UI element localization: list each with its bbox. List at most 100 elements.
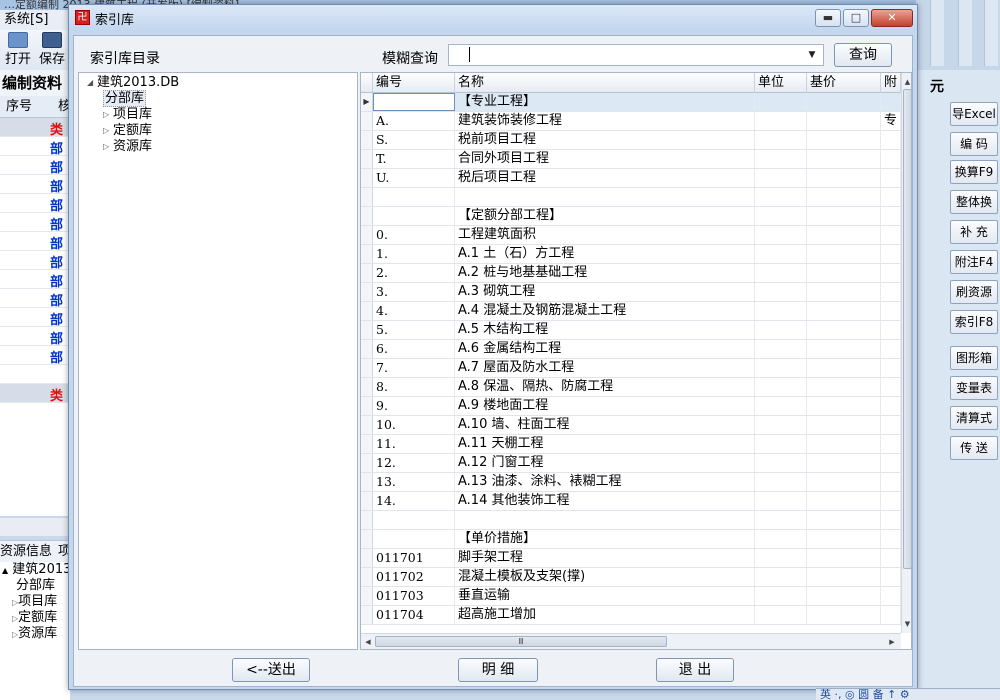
scroll-down-arrow-icon[interactable]: ▼ [902,617,911,631]
cell-extra[interactable] [881,150,901,168]
cell-unit[interactable] [755,112,807,130]
cell-name[interactable]: A.14 其他装饰工程 [455,492,755,510]
cell-price[interactable] [807,131,881,149]
cell-code[interactable]: 9. [373,397,455,415]
cell-unit[interactable] [755,264,807,282]
cell-extra[interactable] [881,473,901,491]
tool-button[interactable]: 传 送 [950,436,998,460]
cell-extra[interactable] [881,606,901,624]
cell-name[interactable] [455,188,755,206]
cell-unit[interactable] [755,606,807,624]
cell-extra[interactable] [881,340,901,358]
column-header-extra[interactable]: 附 [881,73,901,93]
main-grid-hscrollbar[interactable] [0,518,70,536]
tool-button[interactable]: 编 码 [950,132,998,156]
cell-extra[interactable] [881,226,901,244]
cell-code[interactable]: 14. [373,492,455,510]
row-indicator[interactable] [361,264,373,282]
tool-button[interactable]: 补 充 [950,220,998,244]
cell-unit[interactable] [755,207,807,225]
tool-button[interactable]: 换算F9 [950,160,998,184]
cell-unit[interactable] [755,511,807,529]
cell-code[interactable] [373,207,455,225]
row-indicator[interactable] [361,397,373,415]
cell-unit[interactable] [755,454,807,472]
cell-price[interactable] [807,378,881,396]
cell-price[interactable] [807,473,881,491]
tool-button[interactable]: 整体换 [950,190,998,214]
cell-unit[interactable] [755,169,807,187]
cell-price[interactable] [807,587,881,605]
exit-button[interactable]: 退 出 [656,658,734,682]
row-indicator[interactable] [361,454,373,472]
cell-price[interactable] [807,492,881,510]
cell-code[interactable]: 011702 [373,568,455,586]
table-row[interactable]: 011704 超高施工增加 [361,606,901,625]
column-header-price[interactable]: 基价 [807,73,881,93]
cell-name[interactable]: A.4 混凝土及钢筋混凝土工程 [455,302,755,320]
collapsed-arrow-icon[interactable]: ▷ [103,123,113,139]
cell-price[interactable] [807,188,881,206]
table-row[interactable]: 8. A.8 保温、隔热、防腐工程 [361,378,901,397]
row-indicator[interactable] [361,416,373,434]
cell-price[interactable] [807,511,881,529]
row-indicator[interactable] [361,321,373,339]
table-row[interactable]: 部 [0,289,70,309]
cell-name[interactable]: A.7 屋面及防水工程 [455,359,755,377]
cell-unit[interactable] [755,435,807,453]
cell-unit[interactable] [755,549,807,567]
cell-code[interactable]: 12. [373,454,455,472]
cell-extra[interactable] [881,568,901,586]
cell-name[interactable]: A.8 保温、隔热、防腐工程 [455,378,755,396]
table-row[interactable]: ▶ 【专业工程】 [361,93,901,112]
cell-name[interactable]: 建筑装饰装修工程 [455,112,755,130]
row-indicator[interactable] [361,587,373,605]
cell-code[interactable]: 13. [373,473,455,491]
minimize-button[interactable]: ▬ [815,9,841,27]
cell-price[interactable] [807,302,881,320]
cell-extra[interactable] [881,416,901,434]
cell-price[interactable] [807,549,881,567]
dialog-titlebar[interactable]: 卍 索引库 ▬ □ ✕ [69,5,917,31]
query-button[interactable]: 查询 [834,43,892,67]
cell-name[interactable]: 超高施工增加 [455,606,755,624]
cell-price[interactable] [807,283,881,301]
cell-name[interactable]: 税后项目工程 [455,169,755,187]
table-row[interactable]: 类 [0,118,70,138]
cell-unit[interactable] [755,587,807,605]
table-row[interactable]: 部 [0,308,70,328]
cell-extra[interactable] [881,93,901,111]
tree-item[interactable]: ▷项目库 [0,594,70,610]
row-indicator[interactable] [361,378,373,396]
cell-code[interactable]: 6. [373,340,455,358]
cell-extra[interactable] [881,378,901,396]
cell-price[interactable] [807,112,881,130]
cell-price[interactable] [807,321,881,339]
cell-code[interactable] [373,188,455,206]
tree-item-project[interactable]: ▷ 项目库 [103,107,152,123]
tool-button[interactable]: 附注F4 [950,250,998,274]
cell-unit[interactable] [755,568,807,586]
cell-unit[interactable] [755,416,807,434]
cell-code[interactable]: 011704 [373,606,455,624]
cell-unit[interactable] [755,530,807,548]
tool-button[interactable]: 刷资源 [950,280,998,304]
cell-extra[interactable] [881,492,901,510]
cell-extra[interactable] [881,359,901,377]
cell-price[interactable] [807,435,881,453]
cell-unit[interactable] [755,340,807,358]
table-row[interactable]: 类 [0,384,70,404]
row-indicator[interactable] [361,131,373,149]
tree-root-db[interactable]: ◢ 建筑2013.DB [87,75,179,91]
cell-price[interactable] [807,606,881,624]
table-row[interactable]: 5. A.5 木结构工程 [361,321,901,340]
table-row[interactable]: 1. A.1 土（石）方工程 [361,245,901,264]
tree-item-quota[interactable]: ▷ 定额库 [103,123,152,139]
table-row[interactable]: 部 [0,175,70,195]
fuzzy-search-input[interactable] [449,45,799,65]
cell-code[interactable]: 4. [373,302,455,320]
menu-system[interactable]: 系统[S] [0,10,70,30]
tool-button[interactable]: 索引F8 [950,310,998,334]
cell-name[interactable]: 【定额分部工程】 [455,207,755,225]
cell-code[interactable]: 10. [373,416,455,434]
